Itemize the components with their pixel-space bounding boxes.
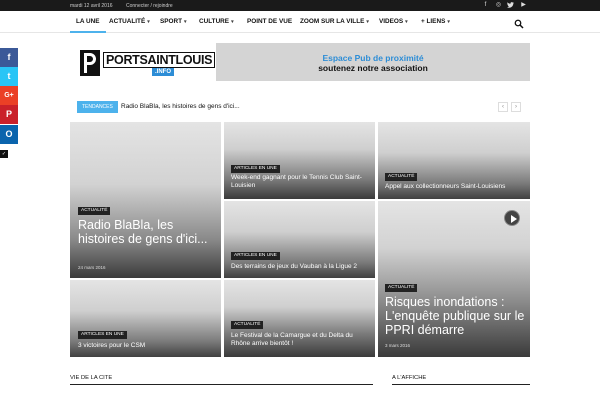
nav-label: ACTUALITÉ [109, 18, 146, 25]
share-more-button[interactable]: ✓ [0, 150, 8, 158]
share-twitter-button[interactable]: t [0, 67, 18, 86]
nav-label: CULTURE [199, 18, 230, 25]
nav-label: ZOOM SUR LA VILLE [300, 18, 365, 25]
nav-item-liens[interactable]: + LIENS ▾ [421, 11, 450, 33]
top-bar: mardi 12 avril 2016 Connecter / rejoindr… [0, 0, 600, 11]
trending-badge: TENDANCES [77, 101, 118, 113]
article-tile[interactable]: ARTICLES EN UNE Week-end gagnant pour le… [224, 122, 375, 199]
twitter-icon: t [7, 71, 11, 81]
current-date: mardi 12 avril 2016 [70, 3, 113, 9]
share-facebook-button[interactable]: f [0, 48, 18, 67]
nav-label: + LIENS [421, 18, 446, 25]
article-tile[interactable]: ARTICLES EN UNE Des terrains de jeux du … [224, 201, 375, 278]
page: mardi 12 avril 2016 Connecter / rejoindr… [0, 0, 600, 400]
nav-label: POINT DE VUE [247, 18, 293, 25]
trending-next-button[interactable]: › [511, 102, 521, 112]
nav-item-zoom-sur-la-ville[interactable]: ZOOM SUR LA VILLE ▾ [300, 11, 369, 33]
chevron-down-icon: ▾ [184, 19, 187, 25]
article-title[interactable]: Le Festival de la Camargue et du Delta d… [231, 332, 373, 348]
facebook-icon[interactable]: f [481, 1, 490, 10]
article-title[interactable]: Radio BlaBla, les histoires de gens d'ic… [78, 218, 218, 246]
ad-line-2: soutenez notre association [318, 63, 428, 73]
youtube-icon[interactable]: ▶ [519, 1, 528, 10]
logo-text: PORTSAINTLOUIS [103, 52, 216, 68]
chevron-down-icon: ▾ [447, 19, 450, 25]
nav-label: SPORT [160, 18, 183, 25]
article-tile[interactable]: ACTUALITÉ Le Festival de la Camargue et … [224, 280, 375, 357]
logo-mark [80, 50, 100, 76]
pinterest-icon: P [5, 109, 12, 119]
play-icon[interactable] [504, 210, 520, 226]
featured-article-tile[interactable]: ACTUALITÉ Risques inondations : L'enquêt… [378, 201, 530, 357]
featured-article-tile[interactable]: ACTUALITÉ Radio BlaBla, les histoires de… [70, 122, 221, 278]
instagram-icon[interactable]: ◎ [494, 1, 503, 10]
twitter-icon[interactable] [506, 1, 515, 10]
article-title[interactable]: Week-end gagnant pour le Tennis Club Sai… [231, 174, 371, 190]
ad-line-1: Espace Pub de proximité [322, 53, 424, 63]
site-logo[interactable]: PORTSAINTLOUIS .INFO [80, 50, 216, 76]
ad-banner[interactable]: Espace Pub de proximité soutenez notre a… [216, 43, 530, 81]
google-plus-icon: G+ [4, 92, 14, 99]
section-title: VIE DE LA CITE [70, 375, 113, 381]
section-header-a-laffiche: A L'AFFICHE [392, 375, 530, 385]
login-link[interactable]: Connecter / rejoindre [126, 3, 173, 9]
article-date: 3 mars 2016 [385, 343, 411, 348]
category-tag[interactable]: ARTICLES EN UNE [78, 331, 127, 339]
category-tag[interactable]: ACTUALITÉ [78, 207, 111, 215]
nav-label: LA UNE [76, 18, 100, 25]
article-title[interactable]: 3 victoires pour le CSM [78, 342, 218, 350]
trending-headline[interactable]: Radio BlaBla, les histoires de gens d'ic… [121, 101, 240, 113]
nav-item-sport[interactable]: SPORT ▾ [160, 11, 187, 33]
chevron-down-icon: ▾ [147, 19, 150, 25]
category-tag[interactable]: ARTICLES EN UNE [231, 252, 280, 260]
trending-prev-button[interactable]: ‹ [498, 102, 508, 112]
article-title[interactable]: Appel aux collectionneurs Saint-Louisien… [385, 183, 529, 191]
category-tag[interactable]: ACTUALITÉ [385, 173, 418, 181]
category-tag[interactable]: ACTUALITÉ [231, 321, 264, 329]
nav-label: VIDEOS [379, 18, 404, 25]
share-pinterest-button[interactable]: P [0, 105, 18, 124]
nav-item-la-une[interactable]: LA UNE [70, 11, 106, 33]
nav-item-culture[interactable]: CULTURE ▾ [199, 11, 234, 33]
nav-item-videos[interactable]: VIDEOS ▾ [379, 11, 408, 33]
article-title[interactable]: Des terrains de jeux du Vauban à la Ligu… [231, 263, 375, 271]
category-tag[interactable]: ARTICLES EN UNE [231, 165, 280, 173]
share-outlook-button[interactable]: O [0, 125, 18, 144]
article-tile[interactable]: ACTUALITÉ Appel aux collectionneurs Sain… [378, 122, 530, 199]
article-tile[interactable]: ARTICLES EN UNE 3 victoires pour le CSM [70, 280, 221, 357]
section-title: A L'AFFICHE [392, 375, 427, 381]
chevron-down-icon: ▾ [366, 19, 369, 25]
facebook-icon: f [7, 52, 11, 62]
chevron-down-icon: ▾ [405, 19, 408, 25]
nav-item-actualite[interactable]: ACTUALITÉ ▾ [109, 11, 150, 33]
section-header-vie-de-la-cite: VIE DE LA CITE [70, 375, 373, 385]
search-icon[interactable] [514, 16, 526, 29]
category-tag[interactable]: ACTUALITÉ [385, 284, 418, 292]
outlook-icon: O [5, 129, 13, 139]
check-icon: ✓ [1, 151, 7, 157]
article-title[interactable]: Risques inondations : L'enquête publique… [385, 295, 527, 337]
share-google-button[interactable]: G+ [0, 86, 18, 105]
article-date: 24 mars 2016 [78, 265, 106, 270]
main-nav: LA UNE ACTUALITÉ ▾ SPORT ▾ CULTURE ▾ POINT … [0, 11, 600, 33]
logo-subtext: .INFO [152, 68, 174, 76]
nav-item-point-de-vue[interactable]: POINT DE VUE [247, 11, 292, 33]
chevron-down-icon: ▾ [231, 19, 234, 25]
